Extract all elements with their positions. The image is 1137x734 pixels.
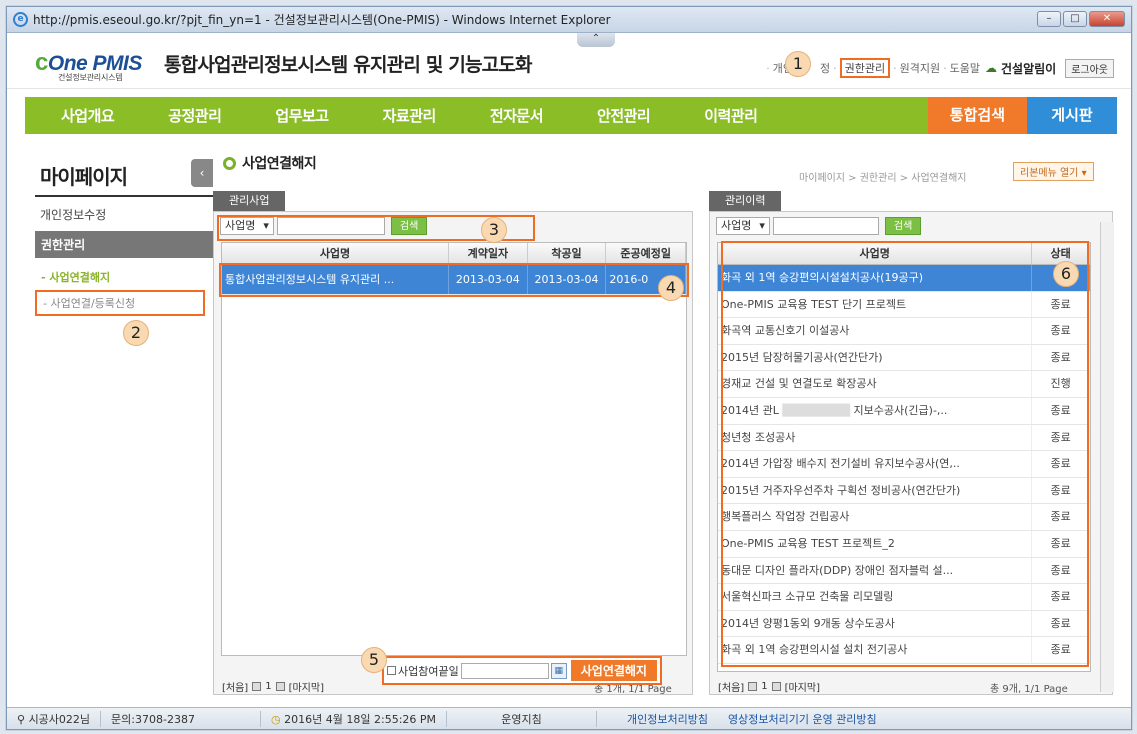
policy-link[interactable]: 운영지침	[447, 710, 598, 727]
user-status: ⚲ 시공사022님	[7, 710, 102, 727]
window-title: http://pmis.eseoul.go.kr/?pjt_fin_yn=1 -…	[33, 13, 611, 27]
col-contract-date[interactable]: 계약일자	[449, 243, 528, 264]
collapse-header-icon[interactable]: ⌃	[577, 33, 615, 47]
end-date-input[interactable]	[460, 662, 549, 679]
nav-item[interactable]: 공정관리	[140, 105, 247, 126]
callout-1: 1	[785, 51, 811, 77]
minimize-button[interactable]: –	[1037, 11, 1061, 27]
right-search-bar: 사업명 ▾ 검색	[710, 212, 1112, 240]
callout-2: 2	[123, 320, 149, 346]
callout-6: 6	[1053, 261, 1079, 287]
col-end-date[interactable]: 준공예정일	[606, 243, 686, 264]
logo-subtitle: 건설정보관리시스템	[58, 73, 123, 82]
page-icon	[748, 682, 758, 691]
integrated-search-button[interactable]: 통합검색	[927, 97, 1027, 134]
sidebar-item-unlink[interactable]: - 사업연결해지	[35, 266, 215, 288]
page-icon	[252, 682, 262, 691]
end-date-checkbox[interactable]	[387, 666, 396, 675]
pager-last[interactable]: [마지막]	[289, 679, 324, 694]
right-search-select[interactable]: 사업명 ▾	[716, 217, 770, 235]
link-help[interactable]: 도움말	[950, 60, 980, 76]
col-start-date[interactable]: 착공일	[528, 243, 607, 264]
board-button[interactable]: 게시판	[1027, 97, 1117, 134]
callout-5: 5	[361, 647, 387, 673]
top-links: · 개인 정 · 권한관리 · 원격지원 · 도움말 ☁ 건설알림이 로그아웃	[766, 58, 1117, 78]
contact: 문의:3708-2387	[101, 710, 262, 727]
nav-item[interactable]: 자료관리	[355, 105, 462, 126]
title-bar: e http://pmis.eseoul.go.kr/?pjt_fin_yn=1…	[7, 7, 1131, 33]
page-title: 사업연결해지	[223, 153, 317, 173]
right-total: 총 9개, 1/1 Page	[990, 684, 1068, 695]
status-bar: ⚲ 시공사022님 문의:3708-2387 ◷ 2016년 4월 18일 2:…	[7, 707, 1131, 729]
right-search-input[interactable]	[772, 217, 879, 235]
right-scrollbar[interactable]	[1100, 222, 1114, 692]
alarm-link[interactable]: 건설알림이	[1001, 60, 1056, 77]
sidebar-collapse-icon[interactable]: ‹	[191, 159, 213, 187]
sidebar: 마이페이지 ‹ 개인정보수정 권한관리 - 사업연결해지 - 사업연결/등록신청	[35, 149, 215, 316]
highlight-history-grid	[721, 241, 1089, 667]
pager-first[interactable]: [처음]	[718, 679, 744, 694]
main-nav: 사업개요 공정관리 업무보고 자료관리 전자문서 안전관리 이력관리 통합검색 …	[25, 97, 1117, 134]
site-header: cOne PMIS 건설정보관리시스템 통합사업관리정보시스템 유지관리 및 기…	[7, 33, 1131, 89]
nav-item[interactable]: 업무보고	[247, 105, 354, 126]
link-info[interactable]: 정	[820, 60, 830, 76]
sidebar-group-permission[interactable]: 권한관리	[35, 231, 215, 258]
sidebar-title: 마이페이지	[35, 149, 215, 197]
end-date-box: 사업참여끝일 ▦ 사업연결해지	[382, 656, 662, 685]
nav-item[interactable]: 안전관리	[569, 105, 676, 126]
nav-item[interactable]: 사업개요	[25, 105, 140, 126]
page-icon	[771, 682, 781, 691]
tab-management-history[interactable]: 관리이력	[709, 191, 782, 211]
end-date-label: 사업참여끝일	[398, 664, 459, 678]
sidebar-item-link-request[interactable]: - 사업연결/등록신청	[35, 290, 205, 316]
grid-header: 사업명 계약일자 착공일 준공예정일	[222, 243, 686, 265]
right-search-button[interactable]: 검색	[884, 217, 922, 235]
title-ring-icon	[223, 156, 236, 170]
pager-page[interactable]: 1	[265, 681, 271, 692]
ribbon-menu-button[interactable]: 리본메뉴 열기 ▾	[1013, 162, 1094, 181]
chevron-down-icon: ▾	[759, 219, 765, 232]
user-icon: ⚲	[17, 712, 26, 726]
video-policy-link[interactable]: 영상정보처리기기 운영 관리방침	[718, 711, 887, 727]
managed-projects-grid: 사업명 계약일자 착공일 준공예정일 통합사업관리정보시스템 유지관리 ... …	[221, 242, 687, 656]
pager-first[interactable]: [처음]	[222, 679, 248, 694]
left-pager: [처음] 1 [마지막]	[222, 679, 324, 694]
tab-managed-projects[interactable]: 관리사업	[213, 191, 286, 211]
alarm-icon: ☁	[984, 61, 997, 75]
clock-icon: ◷	[271, 712, 281, 726]
callout-3: 3	[481, 217, 507, 243]
browser-window: e http://pmis.eseoul.go.kr/?pjt_fin_yn=1…	[6, 6, 1132, 730]
ie-icon: e	[13, 12, 28, 27]
link-remote[interactable]: 원격지원	[900, 60, 940, 76]
pager-page[interactable]: 1	[761, 681, 767, 692]
callout-4: 4	[658, 275, 684, 301]
close-button[interactable]: ✕	[1089, 11, 1125, 27]
nav-item[interactable]: 전자문서	[462, 105, 569, 126]
sidebar-item-profile[interactable]: 개인정보수정	[35, 197, 215, 229]
right-pager: [처음] 1 [마지막]	[718, 679, 820, 694]
highlight-selected-row	[219, 263, 689, 297]
link-permission[interactable]: 권한관리	[839, 58, 891, 78]
calendar-icon[interactable]: ▦	[550, 662, 567, 679]
page-icon	[275, 682, 285, 691]
system-title: 통합사업관리정보시스템 유지관리 및 기능고도화	[164, 54, 533, 76]
col-project-name[interactable]: 사업명	[222, 243, 450, 264]
pager-last[interactable]: [마지막]	[785, 679, 820, 694]
unlink-project-button[interactable]: 사업연결해지	[570, 660, 657, 681]
privacy-link[interactable]: 개인정보처리방침	[617, 711, 718, 727]
maximize-button[interactable]: □	[1063, 11, 1087, 27]
logout-button[interactable]: 로그아웃	[1065, 58, 1114, 78]
datetime: ◷ 2016년 4월 18일 2:55:26 PM	[261, 710, 448, 727]
breadcrumb: 마이페이지 > 권한관리 > 사업연결해지	[799, 173, 967, 184]
nav-item[interactable]: 이력관리	[676, 105, 783, 126]
